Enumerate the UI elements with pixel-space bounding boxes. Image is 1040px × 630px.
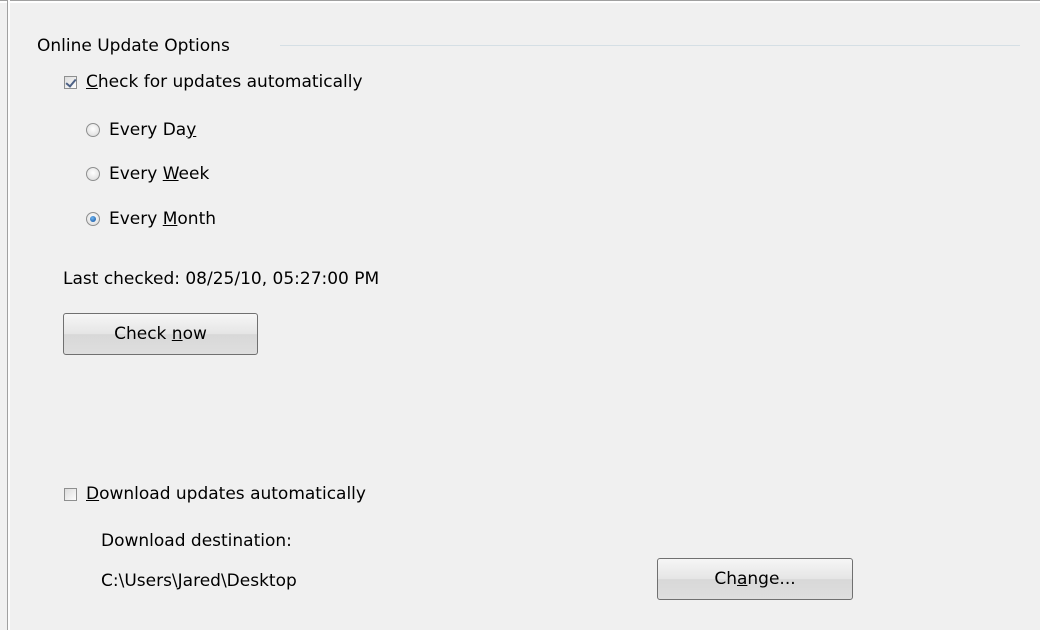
- every-week-radio[interactable]: Every Week: [86, 163, 209, 185]
- checkbox-checked-icon[interactable]: [64, 75, 77, 89]
- mnemonic-d: D: [86, 484, 100, 504]
- check-updates-label: Check for updates automatically: [86, 71, 363, 93]
- download-updates-label: Download updates automatically: [86, 483, 366, 505]
- check-updates-label-text: heck for updates automatically: [97, 72, 363, 92]
- radio-unselected-icon[interactable]: [86, 167, 100, 181]
- mnemonic-c: C: [86, 72, 98, 92]
- check-now-button[interactable]: Check now: [63, 313, 258, 355]
- every-month-radio[interactable]: Every Month: [86, 208, 216, 230]
- download-updates-label-text: ownload updates automatically: [99, 484, 366, 504]
- mnemonic-w: W: [162, 164, 179, 184]
- check-now-label-pre: Check: [114, 324, 172, 344]
- change-label-pre: Ch: [714, 569, 737, 589]
- every-week-text-post: eek: [178, 164, 210, 184]
- check-updates-automatically-checkbox[interactable]: Check for updates automatically: [64, 71, 363, 93]
- last-checked-text: Last checked: 08/25/10, 05:27:00 PM: [63, 269, 380, 289]
- check-now-label-post: ow: [182, 324, 207, 344]
- group-separator-line: [280, 45, 1020, 46]
- every-month-text-pre: Every: [109, 209, 163, 229]
- every-day-radio[interactable]: Every Day: [86, 119, 196, 141]
- every-week-text-pre: Every: [109, 164, 163, 184]
- change-button[interactable]: Change...: [657, 558, 853, 600]
- group-title: Online Update Options: [37, 35, 238, 57]
- every-week-label: Every Week: [109, 163, 209, 185]
- every-day-label: Every Day: [109, 119, 196, 141]
- download-destination-label: Download destination:: [101, 531, 292, 551]
- every-month-text-post: onth: [177, 209, 217, 229]
- panel-left-border: [7, 0, 10, 630]
- mnemonic-m: M: [162, 209, 178, 229]
- every-month-label: Every Month: [109, 208, 216, 230]
- mnemonic-a: a: [736, 569, 748, 589]
- mnemonic-y: y: [186, 120, 197, 140]
- change-label-post: nge...: [747, 569, 796, 589]
- checkbox-unchecked-icon[interactable]: [64, 487, 77, 501]
- radio-selected-icon[interactable]: [86, 212, 100, 226]
- download-updates-automatically-checkbox[interactable]: Download updates automatically: [64, 483, 366, 505]
- every-day-text: Every Da: [109, 120, 187, 140]
- download-destination-path: C:\Users\Jared\Desktop: [101, 571, 297, 591]
- mnemonic-n: n: [171, 324, 183, 344]
- radio-unselected-icon[interactable]: [86, 123, 100, 137]
- panel-top-border: [0, 0, 1040, 3]
